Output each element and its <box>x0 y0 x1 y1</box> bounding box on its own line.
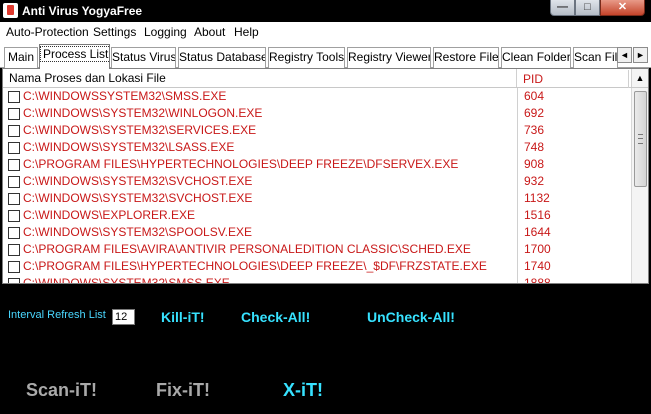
process-pid: 736 <box>524 123 545 137</box>
tab-status-database[interactable]: Status Database <box>178 47 266 68</box>
process-rows: C:\WINDOWSSYSTEM32\SMSS.EXE 604 C:\WINDOWS… <box>3 88 631 284</box>
process-path: C:\PROGRAM FILES\HYPERTECHNOLOGIES\DEEP … <box>23 259 487 273</box>
process-row[interactable]: C:\WINDOWS\SYSTEM32\LSASS.EXE 748 <box>3 139 631 156</box>
minimize-button[interactable]: — <box>550 0 575 16</box>
process-path: C:\WINDOWSSYSTEM32\SMSS.EXE <box>23 89 227 103</box>
process-row[interactable]: C:\WINDOWS\SYSTEM32\SMSS.EXE 1888 <box>3 275 631 284</box>
process-row[interactable]: C:\WINDOWSSYSTEM32\SMSS.EXE 604 <box>3 88 631 105</box>
tab-label: Scan Fil <box>574 50 618 64</box>
process-path: C:\WINDOWS\EXPLORER.EXE <box>23 208 196 222</box>
interval-refresh-label: Interval Refresh List <box>8 309 106 321</box>
process-checkbox[interactable] <box>8 210 20 222</box>
menu-auto-protection[interactable]: Auto-Protection <box>6 25 89 39</box>
process-pid: 604 <box>524 89 545 103</box>
menu-settings[interactable]: Settings <box>93 25 136 39</box>
tab-main[interactable]: Main <box>4 47 38 68</box>
process-checkbox[interactable] <box>8 244 20 256</box>
process-checkbox[interactable] <box>8 193 20 205</box>
process-row[interactable]: C:\WINDOWS\SYSTEM32\SERVICES.EXE 736 <box>3 122 631 139</box>
tab-clean-folder[interactable]: Clean Folder <box>501 47 571 68</box>
tab-strip: Main Process List Status Virus Status Da… <box>0 42 651 69</box>
process-path: C:\WINDOWS\SYSTEM32\SMSS.EXE <box>23 276 230 284</box>
process-path: C:\WINDOWS\SYSTEM32\LSASS.EXE <box>23 140 235 154</box>
tab-label: Status Virus <box>112 50 176 64</box>
tab-registry-viewer[interactable]: Registry Viewer <box>347 47 431 68</box>
process-row[interactable]: C:\WINDOWS\EXPLORER.EXE 1516 <box>3 207 631 224</box>
process-checkbox[interactable] <box>8 261 20 273</box>
process-checkbox[interactable] <box>8 227 20 239</box>
process-path: C:\WINDOWS\SYSTEM32\SERVICES.EXE <box>23 123 257 137</box>
tab-label: Process List <box>40 46 109 62</box>
process-path: C:\WINDOWS\SYSTEM32\SPOOLSV.EXE <box>23 225 252 239</box>
process-pid: 1644 <box>524 225 551 239</box>
tab-restore-file[interactable]: Restore File <box>433 47 499 68</box>
menu-bar: Auto-Protection Settings Logging About H… <box>0 22 651 42</box>
tab-scan-file[interactable]: Scan Fil <box>573 47 618 68</box>
tab-label: Registry Tools <box>269 50 345 64</box>
process-row[interactable]: C:\PROGRAM FILES\AVIRA\ANTIVIR PERSONALE… <box>3 241 631 258</box>
process-path: C:\WINDOWS\SYSTEM32\SVCHOST.EXE <box>23 191 253 205</box>
uncheck-all-button[interactable]: UnCheck-All! <box>367 309 455 325</box>
scan-button[interactable]: Scan-iT! <box>26 380 97 401</box>
process-checkbox[interactable] <box>8 278 20 283</box>
process-path: C:\PROGRAM FILES\HYPERTECHNOLOGIES\DEEP … <box>23 157 459 171</box>
process-row[interactable]: C:\WINDOWS\SYSTEM32\SVCHOST.EXE 932 <box>3 173 631 190</box>
process-checkbox[interactable] <box>8 125 20 137</box>
tab-status-virus[interactable]: Status Virus <box>111 47 176 68</box>
process-pid: 1132 <box>524 191 550 205</box>
menu-logging[interactable]: Logging <box>144 25 187 39</box>
window-title: Anti Virus YogyaFree <box>22 4 143 18</box>
menu-help[interactable]: Help <box>234 25 259 39</box>
tab-registry-tools[interactable]: Registry Tools <box>268 47 345 68</box>
process-checkbox[interactable] <box>8 142 20 154</box>
process-pid: 908 <box>524 157 545 171</box>
tab-label: Main <box>7 50 34 64</box>
tab-label: Status Database <box>179 50 266 64</box>
tab-process-list[interactable]: Process List <box>39 44 110 69</box>
tab-label: Restore File <box>434 50 499 64</box>
process-row[interactable]: C:\PROGRAM FILES\HYPERTECHNOLOGIES\DEEP … <box>3 258 631 275</box>
kill-button[interactable]: Kill-iT! <box>161 309 205 325</box>
interval-refresh-input[interactable] <box>112 309 135 325</box>
scroll-up-icon[interactable]: ▲ <box>631 69 648 87</box>
process-row[interactable]: C:\WINDOWS\SYSTEM32\SVCHOST.EXE 1132 <box>3 190 631 207</box>
list-header: Nama Proses dan Lokasi File PID ▲ <box>3 69 648 88</box>
process-path: C:\WINDOWS\SYSTEM32\SVCHOST.EXE <box>23 174 253 188</box>
process-pid: 748 <box>524 140 545 154</box>
process-path: C:\PROGRAM FILES\AVIRA\ANTIVIR PERSONALE… <box>23 242 471 256</box>
process-pid: 692 <box>524 106 545 120</box>
process-pid: 1516 <box>524 208 551 222</box>
process-checkbox[interactable] <box>8 176 20 188</box>
vertical-scrollbar[interactable] <box>631 88 648 283</box>
column-header-name[interactable]: Nama Proses dan Lokasi File <box>3 69 517 87</box>
menu-about[interactable]: About <box>194 25 225 39</box>
scrollbar-thumb[interactable] <box>634 91 647 187</box>
process-path: C:\WINDOWS\SYSTEM32\WINLOGON.EXE <box>23 106 263 120</box>
process-pid: 1740 <box>524 259 551 273</box>
process-pid: 932 <box>524 174 545 188</box>
tab-scroll-right-icon[interactable]: ► <box>633 47 648 63</box>
title-bar: Anti Virus YogyaFree — □ ✕ <box>0 0 651 22</box>
tab-label: Clean Folder <box>502 50 571 64</box>
maximize-button[interactable]: □ <box>575 0 600 16</box>
process-checkbox[interactable] <box>8 108 20 120</box>
column-header-pid[interactable]: PID <box>517 70 629 88</box>
process-checkbox[interactable] <box>8 159 20 171</box>
process-row[interactable]: C:\WINDOWS\SYSTEM32\WINLOGON.EXE 692 <box>3 105 631 122</box>
tab-scroll-left-icon[interactable]: ◄ <box>617 47 632 63</box>
process-pid: 1888 <box>524 276 551 284</box>
process-row[interactable]: C:\PROGRAM FILES\HYPERTECHNOLOGIES\DEEP … <box>3 156 631 173</box>
process-list-view: Nama Proses dan Lokasi File PID ▲ C:\WIN… <box>2 68 649 284</box>
app-icon <box>3 3 18 18</box>
process-pid: 1700 <box>524 242 551 256</box>
fix-button[interactable]: Fix-iT! <box>156 380 210 401</box>
check-all-button[interactable]: Check-All! <box>241 309 310 325</box>
process-row[interactable]: C:\WINDOWS\SYSTEM32\SPOOLSV.EXE 1644 <box>3 224 631 241</box>
close-button[interactable]: ✕ <box>600 0 645 16</box>
exit-button[interactable]: X-iT! <box>283 380 323 401</box>
tab-label: Registry Viewer <box>348 50 431 64</box>
process-checkbox[interactable] <box>8 91 20 103</box>
